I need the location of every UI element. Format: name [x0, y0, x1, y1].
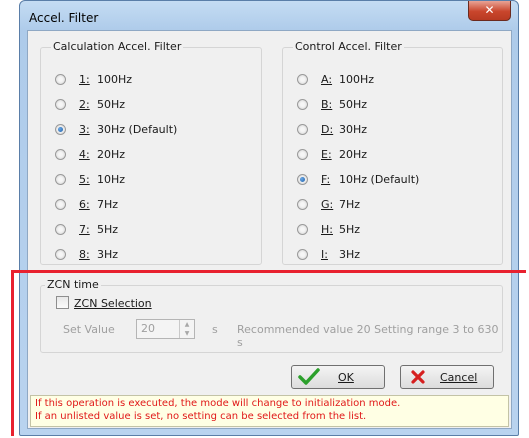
control-filter-option[interactable]: A: 100Hz [297, 72, 374, 86]
control-filter-option-key: A: [321, 72, 333, 86]
radio-button-icon[interactable] [297, 173, 308, 185]
window-title: Accel. Filter [29, 11, 99, 25]
control-filter-option[interactable]: I: 3Hz [297, 247, 360, 261]
dialog-window: Accel. Filter ✕ Calculation Accel. Filte… [19, 0, 519, 436]
radio-button-icon[interactable] [297, 198, 308, 210]
annotation-line-vertical [11, 270, 14, 436]
zcn-selection-label[interactable]: ZCN Selection [74, 297, 152, 310]
calc-filter-option[interactable]: 7: 5Hz [55, 222, 118, 236]
control-filter-option-key: G: [321, 197, 334, 211]
control-filter-option-key: D: [321, 122, 334, 136]
calc-filter-group: Calculation Accel. Filter 1: 100Hz 2: 50Hz 3… [40, 40, 262, 265]
ok-button[interactable]: OK [291, 365, 385, 389]
calc-filter-option-label: 20Hz [97, 147, 126, 161]
recommendation-text: Recommended value 20 Setting range 3 to … [237, 323, 499, 349]
calc-filter-option-label: 30Hz (Default) [97, 122, 178, 136]
control-filter-option-key: F: [321, 172, 331, 186]
radio-button-icon[interactable] [55, 98, 66, 110]
radio-button-icon[interactable] [297, 123, 308, 135]
radio-button-icon[interactable] [297, 148, 308, 160]
zcn-time-title: ZCN time [45, 278, 101, 291]
radio-button-icon[interactable] [297, 248, 308, 260]
zcn-time-group: ZCN time ZCN Selection Set Value 20 ▲ ▼ s… [40, 278, 503, 353]
control-filter-option-label: 20Hz [339, 147, 368, 161]
control-filter-option-label: 3Hz [339, 247, 361, 261]
control-filter-option-label: 100Hz [339, 72, 375, 86]
radio-button-icon[interactable] [55, 73, 66, 85]
calc-filter-option-label: 100Hz [97, 72, 133, 86]
control-filter-option-label: 10Hz (Default) [339, 172, 420, 186]
control-filter-option[interactable]: G: 7Hz [297, 197, 360, 211]
check-icon [298, 368, 320, 385]
calc-filter-option[interactable]: 2: 50Hz [55, 97, 125, 111]
control-filter-option[interactable]: E: 20Hz [297, 147, 367, 161]
set-value-field[interactable]: 20 [141, 322, 155, 335]
radio-button-icon[interactable] [55, 198, 66, 210]
calc-filter-option-label: 50Hz [97, 97, 126, 111]
ok-label: OK [338, 370, 354, 384]
control-filter-option[interactable]: H: 5Hz [297, 222, 360, 236]
dialog-client-area: Calculation Accel. Filter 1: 100Hz 2: 50Hz 3… [27, 30, 512, 429]
control-filter-option-label: 50Hz [339, 97, 368, 111]
calc-filter-option[interactable]: 1: 100Hz [55, 72, 132, 86]
set-value-label: Set Value [63, 323, 115, 336]
radio-button-icon[interactable] [297, 223, 308, 235]
calc-filter-option-key: 6: [79, 197, 90, 211]
set-value-spinbox[interactable]: 20 ▲ ▼ [136, 319, 195, 339]
warning-message-bar: If this operation is executed, the mode … [30, 395, 509, 427]
close-button[interactable]: ✕ [468, 1, 511, 21]
control-filter-option-label: 30Hz [339, 122, 368, 136]
calc-filter-option-key: 2: [79, 97, 90, 111]
control-filter-option-label: 5Hz [339, 222, 361, 236]
radio-button-icon[interactable] [55, 248, 66, 260]
control-filter-option-key: H: [321, 222, 333, 236]
control-filter-title: Control Accel. Filter [293, 40, 404, 53]
x-icon [411, 370, 425, 384]
calc-filter-option-label: 3Hz [97, 247, 119, 261]
control-filter-option-key: B: [321, 97, 333, 111]
calc-filter-option-label: 10Hz [97, 172, 126, 186]
control-filter-option[interactable]: D: 30Hz [297, 122, 367, 136]
spin-arrows-icon[interactable]: ▲ ▼ [179, 320, 194, 338]
calc-filter-option[interactable]: 3: 30Hz (Default) [55, 122, 177, 136]
control-filter-option[interactable]: F: 10Hz (Default) [297, 172, 419, 186]
radio-button-icon[interactable] [55, 123, 66, 135]
cancel-button[interactable]: Cancel [400, 365, 494, 389]
calc-filter-option-label: 7Hz [97, 197, 119, 211]
warning-line-1: If this operation is executed, the mode … [35, 398, 401, 409]
calc-filter-option[interactable]: 4: 20Hz [55, 147, 125, 161]
radio-button-icon[interactable] [297, 73, 308, 85]
zcn-selection-checkbox[interactable] [56, 296, 69, 309]
control-filter-option[interactable]: B: 50Hz [297, 97, 367, 111]
radio-button-icon[interactable] [297, 98, 308, 110]
calc-filter-option-key: 5: [79, 172, 90, 186]
calc-filter-option-key: 8: [79, 247, 90, 261]
calc-filter-option[interactable]: 8: 3Hz [55, 247, 118, 261]
cancel-label: Cancel [440, 370, 478, 384]
control-filter-option-label: 7Hz [339, 197, 361, 211]
calc-filter-option[interactable]: 6: 7Hz [55, 197, 118, 211]
radio-button-icon[interactable] [55, 173, 66, 185]
calc-filter-option-key: 7: [79, 222, 90, 236]
control-filter-option-key: E: [321, 147, 332, 161]
calc-filter-option[interactable]: 5: 10Hz [55, 172, 125, 186]
calc-filter-option-label: 5Hz [97, 222, 119, 236]
control-filter-option-key: I: [321, 247, 328, 261]
unit-label: s [212, 323, 218, 336]
calc-filter-option-key: 3: [79, 122, 90, 136]
radio-button-icon[interactable] [55, 223, 66, 235]
control-filter-group: Control Accel. Filter A: 100Hz B: 50Hz D: 30H… [282, 40, 503, 265]
calc-filter-option-key: 4: [79, 147, 90, 161]
radio-button-icon[interactable] [55, 148, 66, 160]
calc-filter-option-key: 1: [79, 72, 90, 86]
warning-line-2: If an unlisted value is set, no setting … [35, 411, 367, 422]
calc-filter-title: Calculation Accel. Filter [51, 40, 184, 53]
annotation-line-horizontal [11, 270, 526, 273]
